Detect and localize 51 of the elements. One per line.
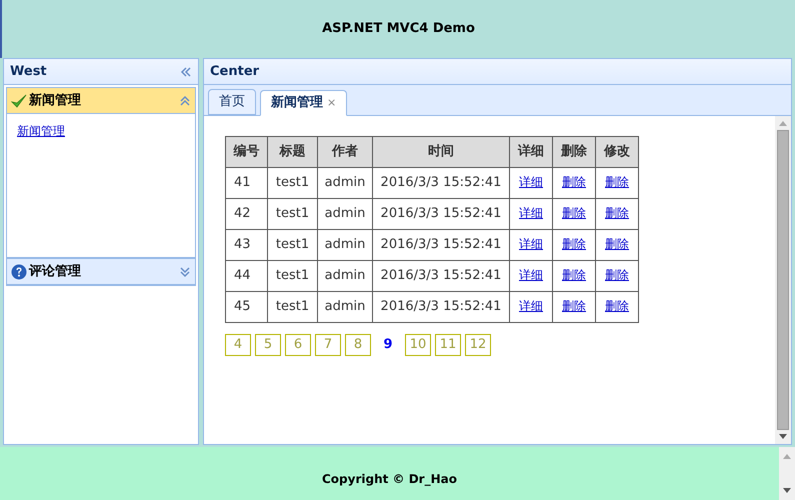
collapse-icon[interactable] bbox=[180, 66, 192, 78]
panel-title: Center bbox=[210, 62, 260, 81]
table-cell: 44 bbox=[226, 260, 268, 292]
scroll-up-icon[interactable] bbox=[779, 120, 787, 126]
table-cell: test1 bbox=[268, 230, 318, 260]
column-header: 作者 bbox=[318, 136, 372, 168]
table-cell: 45 bbox=[226, 292, 268, 322]
accordion-title: 新闻管理 bbox=[29, 92, 82, 110]
footer-copyright: Copyright © Dr_Hao bbox=[322, 471, 457, 488]
table-cell: 2016/3/3 15:52:41 bbox=[372, 168, 510, 198]
help-icon bbox=[11, 264, 27, 280]
column-header: 修改 bbox=[596, 136, 638, 168]
tab[interactable]: 首页 bbox=[208, 89, 256, 115]
tab[interactable]: 新闻管理 × bbox=[260, 90, 348, 116]
scrollbar-thumb[interactable] bbox=[777, 130, 789, 430]
page-title: ASP.NET MVC4 Demo bbox=[322, 20, 475, 38]
accordion-title: 评论管理 bbox=[29, 262, 82, 281]
table-cell: 2016/3/3 15:52:41 bbox=[372, 292, 510, 322]
scroll-down-icon[interactable] bbox=[783, 488, 791, 494]
scroll-up-icon[interactable] bbox=[783, 453, 791, 459]
expand-icon[interactable] bbox=[179, 266, 191, 278]
nav-link[interactable]: 新闻管理 bbox=[17, 122, 185, 140]
column-header: 标题 bbox=[268, 136, 318, 168]
table-cell: 43 bbox=[226, 230, 268, 260]
table-cell: test1 bbox=[268, 260, 318, 292]
table-cell: 2016/3/3 15:52:41 bbox=[372, 198, 510, 230]
collapse-icon[interactable] bbox=[179, 94, 191, 106]
column-header: 时间 bbox=[372, 136, 510, 168]
table-cell: admin bbox=[318, 198, 372, 230]
accordion-header[interactable]: 评论管理 bbox=[7, 259, 195, 285]
scroll-down-icon[interactable] bbox=[779, 434, 787, 440]
table-cell: admin bbox=[318, 260, 372, 292]
table-cell: admin bbox=[318, 168, 372, 198]
checkmark-icon bbox=[11, 94, 27, 108]
table-cell: test1 bbox=[268, 198, 318, 230]
column-header: 详细 bbox=[510, 136, 552, 168]
close-button[interactable]: × bbox=[327, 94, 336, 112]
column-header: 删除 bbox=[552, 136, 596, 168]
accordion-header[interactable]: 新闻管理 bbox=[7, 88, 195, 114]
table-cell: admin bbox=[318, 292, 372, 322]
column-header: 编号 bbox=[226, 136, 268, 168]
table-cell: 42 bbox=[226, 198, 268, 230]
table-cell: admin bbox=[318, 230, 372, 260]
table-cell: 41 bbox=[226, 168, 268, 198]
table-cell: 2016/3/3 15:52:41 bbox=[372, 260, 510, 292]
scrollbar[interactable] bbox=[779, 447, 795, 500]
table-cell: 2016/3/3 15:52:41 bbox=[372, 230, 510, 260]
table-cell: test1 bbox=[268, 292, 318, 322]
table-cell: test1 bbox=[268, 168, 318, 198]
scrollbar[interactable] bbox=[775, 116, 791, 444]
panel-title: West bbox=[10, 62, 47, 81]
